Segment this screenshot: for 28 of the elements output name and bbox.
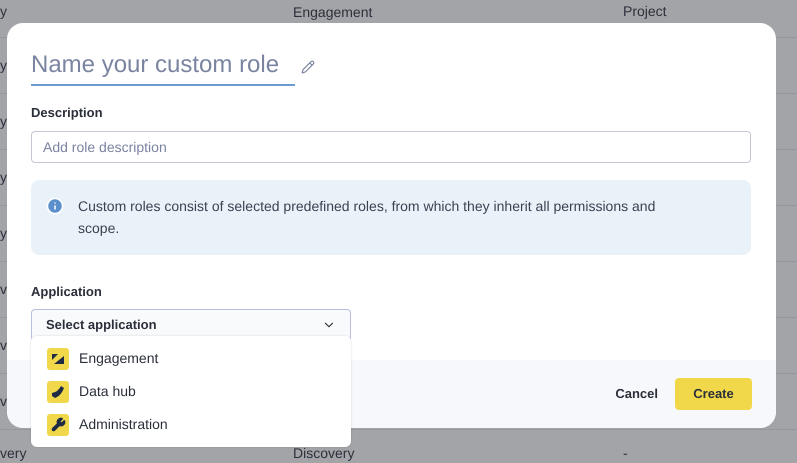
create-button[interactable]: Create bbox=[675, 378, 752, 410]
table-cell: - bbox=[623, 446, 628, 460]
role-name-field[interactable]: Name your custom role bbox=[31, 47, 295, 86]
table-cell: very bbox=[0, 446, 26, 460]
menu-item[interactable]: Data hub bbox=[31, 375, 351, 408]
table-cell-text: v bbox=[0, 392, 7, 411]
table-cell-text: v bbox=[0, 336, 7, 355]
table-cell-text: v bbox=[0, 280, 7, 299]
wrench-icon bbox=[47, 414, 69, 436]
table-cell-text: y bbox=[0, 112, 7, 131]
table-cell-text: y bbox=[0, 224, 7, 243]
menu-item[interactable]: Engagement bbox=[31, 342, 351, 375]
app-logo-icon bbox=[47, 380, 69, 402]
table-cell: Discovery bbox=[293, 445, 354, 461]
table-cell-text: y bbox=[0, 56, 7, 75]
app-logo-icon bbox=[47, 348, 69, 370]
table-cell-text: y bbox=[0, 168, 7, 187]
info-icon bbox=[46, 196, 64, 214]
table-cell-text: Project bbox=[623, 2, 667, 21]
field-label: Description bbox=[31, 104, 104, 122]
edit-icon bbox=[301, 60, 315, 74]
info-text: Custom roles consist of selected predefined roles, from which they inherit all permissions and scope. bbox=[78, 196, 656, 238]
field-label: Application bbox=[31, 282, 103, 301]
table-cell-text: y bbox=[0, 2, 7, 21]
cancel-button[interactable]: Cancel bbox=[614, 378, 659, 410]
table-cell: Engagement bbox=[293, 4, 372, 20]
description-field[interactable]: Add role description bbox=[31, 130, 751, 162]
menu-item[interactable]: Administration bbox=[31, 408, 351, 441]
